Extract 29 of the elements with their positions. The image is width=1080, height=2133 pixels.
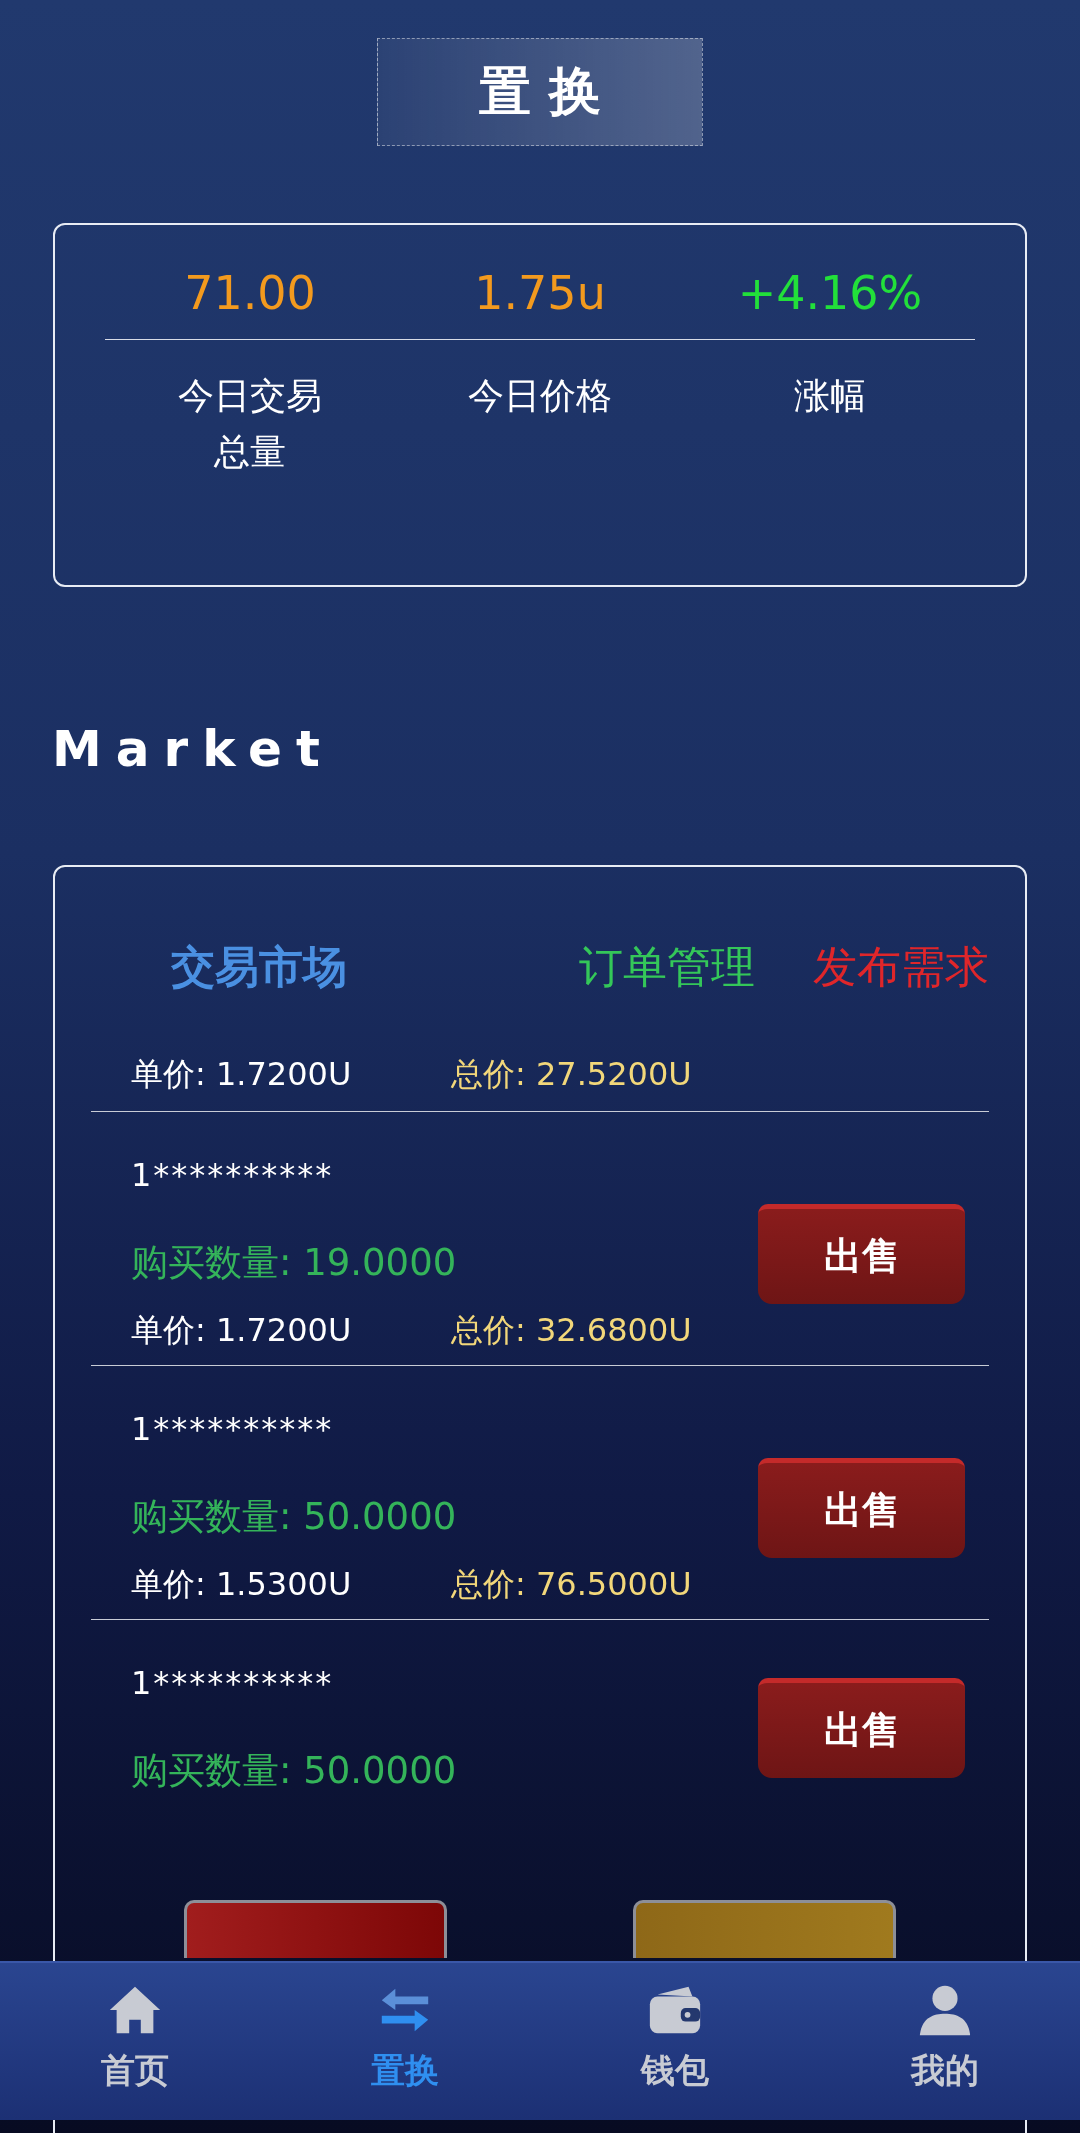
- user-id: 1**********: [131, 1663, 334, 1704]
- stat-label: 今日价格: [468, 374, 612, 418]
- nav-item[interactable]: 首页: [0, 1963, 270, 2120]
- market-tab[interactable]: 订单管理: [579, 937, 755, 997]
- total-price: 总价: 76.5000U: [451, 1564, 692, 1605]
- nav-item[interactable]: 我的: [810, 1963, 1080, 2120]
- buy-quantity: 购买数量: 50.0000: [131, 1494, 457, 1540]
- stat-label: 今日交易总量: [177, 374, 323, 474]
- buy-quantity: 购买数量: 50.0000: [131, 1748, 457, 1794]
- unit-price: 单价: 1.7200U: [131, 1310, 353, 1351]
- sell-button[interactable]: 出售: [758, 1678, 965, 1778]
- stat-value: +4.16%: [737, 265, 923, 321]
- total-price: 总价: 27.5200U: [451, 1054, 692, 1095]
- user-id: 1**********: [131, 1409, 334, 1450]
- stat-value: 71.00: [184, 265, 316, 321]
- unit-price: 单价: 1.5300U: [131, 1564, 353, 1605]
- user-id: 1**********: [131, 1155, 334, 1196]
- nav-item[interactable]: 钱包: [540, 1963, 810, 2120]
- sell-button[interactable]: 出售: [758, 1457, 965, 1558]
- section-heading: Market: [52, 719, 334, 780]
- action-button[interactable]: [184, 1900, 447, 1958]
- market-tab[interactable]: 交易市场: [171, 937, 347, 997]
- page-title: 置 换: [377, 38, 703, 146]
- buy-quantity: 购买数量: 19.0000: [131, 1240, 457, 1286]
- stat-value: 1.75u: [474, 265, 606, 321]
- unit-price: 单价: 1.7200U: [131, 1054, 353, 1095]
- total-price: 总价: 32.6800U: [451, 1310, 692, 1351]
- stat-label: 涨幅: [794, 374, 866, 418]
- sell-button[interactable]: 出售: [758, 1203, 965, 1304]
